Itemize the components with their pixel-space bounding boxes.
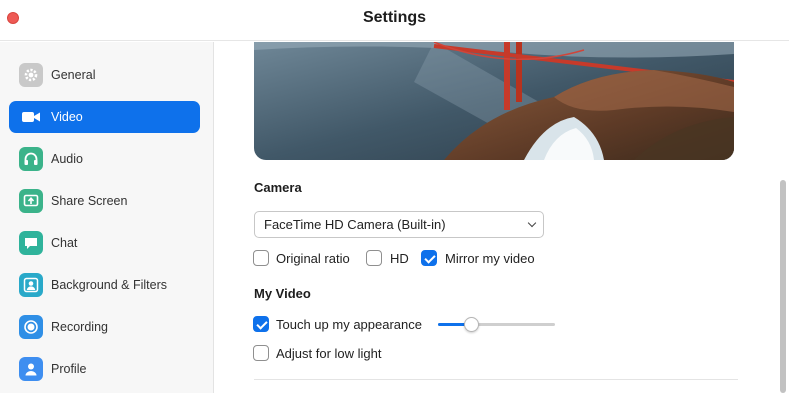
sidebar-item-recording[interactable]: Recording [9, 311, 200, 343]
sidebar-item-label: General [51, 68, 96, 82]
touch-up-label: Touch up my appearance [276, 317, 422, 332]
camera-device-value: FaceTime HD Camera (Built-in) [264, 217, 446, 232]
camera-device-select[interactable]: FaceTime HD Camera (Built-in) [254, 211, 544, 238]
camera-heading: Camera [254, 180, 302, 195]
video-camera-icon [19, 105, 43, 129]
title-bar: Settings [0, 0, 789, 41]
section-divider [254, 379, 738, 380]
camera-preview [254, 42, 734, 160]
mirror-video-label: Mirror my video [445, 251, 535, 266]
sidebar-item-share-screen[interactable]: Share Screen [9, 185, 200, 217]
person-background-icon [19, 273, 43, 297]
mirror-video-checkbox[interactable] [421, 250, 437, 266]
chevron-down-icon [527, 218, 537, 228]
sidebar-item-background-filters[interactable]: Background & Filters [9, 269, 200, 301]
video-settings-panel: Camera FaceTime HD Camera (Built-in) Ori… [215, 42, 789, 393]
sidebar-item-general[interactable]: General [9, 59, 200, 91]
touch-up-checkbox[interactable] [253, 316, 269, 332]
sidebar-item-label: Profile [51, 362, 87, 376]
sidebar-item-label: Background & Filters [51, 278, 168, 292]
touch-up-slider-track[interactable] [438, 323, 555, 326]
headphones-icon [19, 147, 43, 171]
low-light-checkbox[interactable] [253, 345, 269, 361]
original-ratio-label: Original ratio [276, 251, 350, 266]
sidebar-item-chat[interactable]: Chat [9, 227, 200, 259]
sidebar-item-label: Video [51, 110, 83, 124]
sidebar-item-label: Chat [51, 236, 78, 250]
sidebar-item-profile[interactable]: Profile [9, 353, 200, 385]
record-icon [19, 315, 43, 339]
sidebar-item-label: Recording [51, 320, 108, 334]
touch-up-slider-thumb[interactable] [464, 317, 480, 332]
sidebar-item-video[interactable]: Video [9, 101, 200, 133]
window-title: Settings [362, 9, 427, 26]
sidebar-item-label: Share Screen [51, 194, 128, 208]
gear-icon [19, 63, 43, 87]
settings-sidebar: General Video Audio Share Screen Chat Ba… [0, 42, 214, 393]
sidebar-item-label: Audio [51, 152, 83, 166]
my-video-heading: My Video [254, 286, 311, 301]
low-light-label: Adjust for low light [276, 346, 382, 361]
vertical-scrollbar[interactable] [780, 180, 786, 393]
share-screen-icon [19, 189, 43, 213]
profile-icon [19, 357, 43, 381]
original-ratio-checkbox[interactable] [253, 250, 269, 266]
chat-bubble-icon [19, 231, 43, 255]
hd-label: HD [390, 251, 409, 266]
sidebar-item-audio[interactable]: Audio [9, 143, 200, 175]
hd-checkbox[interactable] [366, 250, 382, 266]
